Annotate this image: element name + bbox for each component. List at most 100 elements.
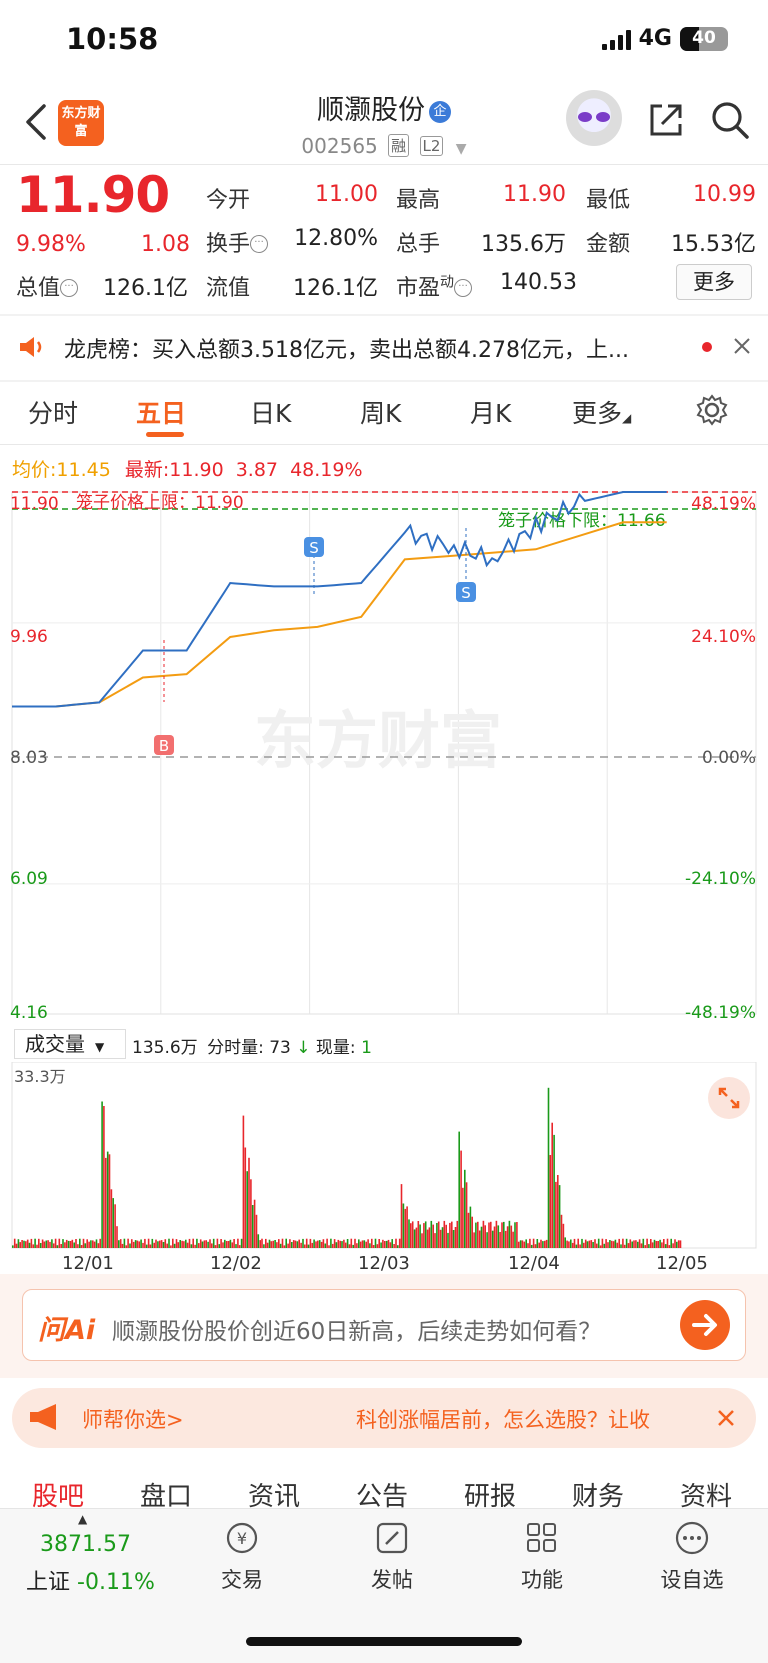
volume-bar [317,1240,319,1248]
expand-icon[interactable] [708,1077,750,1119]
tab-more[interactable]: 更多◢ [572,394,631,430]
volume-bar [365,1241,367,1248]
signal-icon [601,28,631,50]
volume-bar [65,1239,68,1248]
megaphone-icon [30,1404,56,1430]
volume-bar [558,1185,561,1248]
volume-bar [49,1241,51,1248]
volume-bar [540,1239,542,1248]
function-label[interactable]: 功能 [492,1564,592,1594]
volume-bar [352,1244,354,1248]
post-label[interactable]: 发帖 [342,1564,442,1594]
volume-bar [612,1241,615,1248]
post-icon[interactable] [372,1520,412,1556]
volume-bar [92,1240,94,1248]
volume-bar [417,1221,420,1248]
volume-bar [480,1226,483,1248]
volume-bar [348,1244,351,1248]
volume-bar [253,1199,256,1248]
tab-weekly-k[interactable]: 周K [360,394,401,430]
close-icon[interactable] [732,336,752,356]
volume-bar [265,1238,267,1248]
volume-bar [372,1245,375,1248]
volume-bar [350,1238,353,1248]
volume-bar [216,1238,219,1248]
ai-question-text[interactable]: 顺灏股份股价创近60日新高，后续走势如何看？ [112,1312,601,1346]
volume-bar [356,1243,358,1248]
avg-price-line [12,521,667,708]
tab-five-day[interactable]: 五日 [136,394,186,430]
volume-bar [82,1238,85,1248]
volume-bar [473,1232,475,1248]
volume-bar [32,1244,35,1248]
index-value[interactable]: 3871.57 [40,1532,131,1557]
volume-bar [99,1238,101,1248]
volume-bar [629,1239,632,1248]
chevron-up-icon[interactable]: ▲ [78,1512,87,1526]
volume-bar [676,1241,678,1248]
tab-intraday[interactable]: 分时 [28,394,78,430]
volume-bar [47,1240,49,1248]
volume-bar [142,1242,144,1248]
y-left-1: 9.96 [10,627,48,647]
volume-bar [657,1241,659,1248]
volume-bar [173,1243,176,1248]
more-button[interactable]: 更多 [676,264,752,300]
tab-monthly-k[interactable]: 月K [470,394,511,430]
volume-bar [434,1233,436,1248]
level2-tag: L2 [419,136,444,156]
volume-bar [291,1242,293,1248]
price-chart[interactable]: 东方财富 笼子价格上限：11.90 笼子价格下限：11.66 11.90 9.9… [0,480,768,1030]
ai-go-button[interactable] [680,1300,730,1350]
trade-icon[interactable]: ¥ [222,1520,262,1556]
volume-bar [238,1245,241,1248]
volume-bar [162,1242,165,1248]
volume-bar [359,1241,362,1248]
price-summary: 均价:11.45 最新:11.90 3.87 48.19% [12,459,363,481]
volume-bar [512,1231,514,1248]
promo-left-text[interactable]: 师帮你选> [82,1404,184,1434]
volume-bar [475,1222,477,1248]
volume-bar [237,1238,239,1248]
volume-bar [186,1242,189,1248]
volume-bar [631,1241,633,1248]
volume-bar [157,1241,159,1248]
amount-value: 15.53亿 [671,232,756,257]
notice-text[interactable]: 龙虎榜：买入总额3.518亿元，卖出总额4.278亿元，上... [64,332,684,364]
volume-bar [309,1238,312,1248]
volume-bar [573,1238,576,1248]
volume-bar [121,1243,124,1248]
volume-bar [544,1240,546,1248]
share-icon[interactable] [646,100,686,140]
volume-bar [597,1238,600,1248]
volume-bar [679,1240,682,1248]
gear-icon[interactable] [696,394,728,426]
promo-right-text[interactable]: 科创涨幅居前，怎么选股？让收 [356,1404,650,1434]
indicator-select[interactable]: 成交量 ▼ [14,1029,126,1059]
volume-bar [179,1240,181,1248]
volume-bar [614,1239,617,1248]
volume-bar [118,1240,120,1248]
function-icon[interactable] [522,1520,562,1556]
volume-bar [525,1239,527,1248]
volume-bar [592,1242,594,1248]
volume-bar [326,1238,328,1248]
tab-daily-k[interactable]: 日K [250,394,291,430]
volume-bar [281,1238,284,1248]
volume-bar [419,1224,421,1248]
volume-bar [655,1241,658,1248]
volume-bar [670,1238,672,1248]
watchlist-label[interactable]: 设自选 [642,1564,742,1594]
ai-robot-avatar[interactable] [566,90,622,146]
volume-bar [577,1238,579,1248]
search-icon[interactable] [710,100,750,140]
index-name-change[interactable]: 上证 -0.11% [26,1564,155,1596]
more-dots-icon[interactable] [672,1520,712,1556]
volume-bar [320,1241,323,1248]
close-icon[interactable] [716,1408,736,1428]
trade-label[interactable]: 交易 [192,1564,292,1594]
volume-bar [437,1221,440,1248]
volume-bar [188,1238,191,1248]
volume-bar [199,1239,202,1248]
volume-bar [549,1155,552,1248]
